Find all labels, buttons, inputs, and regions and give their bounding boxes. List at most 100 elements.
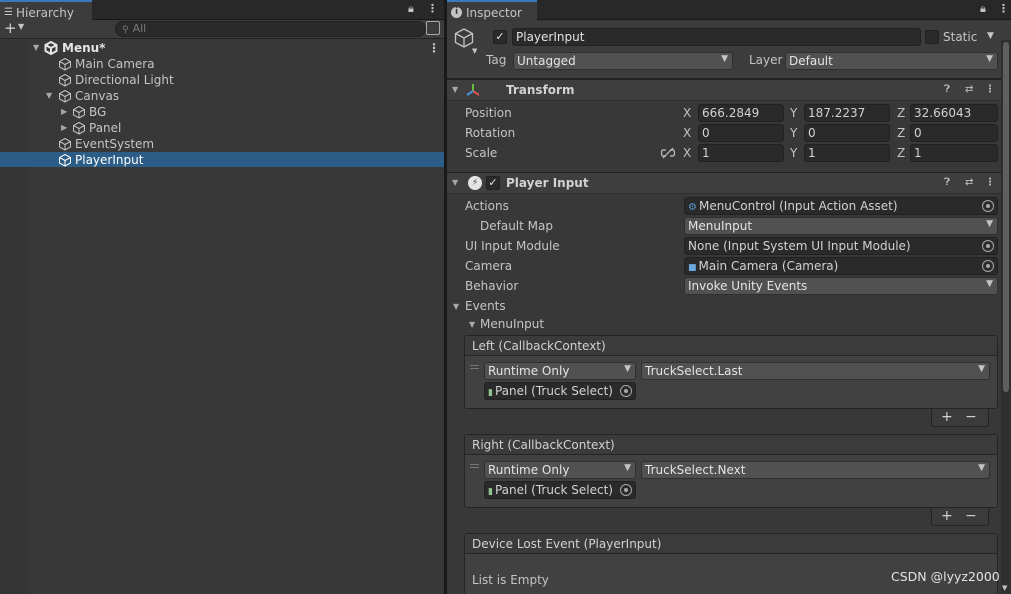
rotation-y-field[interactable]: 0: [804, 124, 890, 142]
expand-arrow-icon[interactable]: ▼: [33, 40, 39, 56]
tree-row-bg[interactable]: ▶ BG: [0, 104, 444, 120]
right-function-dropdown[interactable]: TruckSelect.Next ▼: [641, 461, 990, 479]
collapsed-arrow-icon[interactable]: ▶: [61, 120, 67, 136]
presets-icon[interactable]: ⇄: [965, 177, 976, 188]
left-target-object-field[interactable]: ▮ Panel (Truck Select): [484, 382, 636, 400]
left-runtime-dropdown[interactable]: Runtime Only ▼: [484, 362, 636, 380]
foldout-arrow-icon[interactable]: ▼: [453, 302, 459, 311]
tree-row-playerinput[interactable]: PlayerInput: [0, 152, 444, 167]
rotation-z-field[interactable]: 0: [910, 124, 998, 142]
transform-title: Transform: [506, 83, 575, 97]
lock-icon[interactable]: 🔒︎: [980, 2, 986, 16]
help-icon[interactable]: ❓︎: [944, 177, 955, 188]
tree-row-eventsystem[interactable]: EventSystem: [0, 136, 444, 152]
menuinput-foldout-label[interactable]: MenuInput: [480, 317, 544, 331]
transform-header[interactable]: ▼ Transform ❓︎ ⇄ ⋮: [447, 79, 1011, 101]
tab-hierarchy-label: Hierarchy: [15, 5, 74, 20]
transform-axes-icon: [466, 84, 480, 96]
object-picker-icon[interactable]: [620, 385, 632, 397]
object-picker-icon[interactable]: [982, 200, 994, 212]
scene-more-options-icon[interactable]: ⋮: [428, 40, 440, 56]
target-object-value: Panel (Truck Select): [494, 384, 613, 398]
expand-arrow-icon[interactable]: ▼: [46, 88, 52, 104]
remove-listener-button[interactable]: −: [965, 508, 977, 524]
static-dropdown-icon[interactable]: ▼: [987, 31, 994, 41]
presets-icon[interactable]: ⇄: [965, 84, 976, 95]
drag-handle-icon[interactable]: [470, 464, 479, 468]
more-options-icon[interactable]: ⋮: [427, 2, 438, 15]
tree-row-menu[interactable]: ▼ Menu* ⋮: [0, 40, 444, 56]
list-icon: ☰: [4, 7, 13, 18]
add-button[interactable]: +: [4, 19, 17, 37]
chevron-down-icon: ▼: [624, 463, 631, 473]
events-foldout-label[interactable]: Events: [465, 299, 506, 313]
camera-label: Camera: [465, 259, 513, 273]
object-name-field[interactable]: PlayerInput: [512, 28, 921, 46]
tag-dropdown[interactable]: Untagged ▼: [513, 52, 733, 70]
default-map-value: MenuInput: [688, 219, 753, 233]
tree-row-main-camera[interactable]: Main Camera: [0, 56, 444, 72]
more-options-icon[interactable]: ⋮: [998, 2, 1009, 15]
tab-inspector[interactable]: i Inspector: [447, 0, 537, 20]
scrollbar-thumb[interactable]: [1003, 42, 1009, 392]
x-axis-label: X: [683, 126, 692, 140]
layer-dropdown[interactable]: Default ▼: [785, 52, 998, 70]
hierarchy-tree: ▼ Menu* ⋮ Main Camera Directional Light …: [0, 40, 444, 594]
camera-value: Main Camera (Camera): [698, 259, 839, 273]
collapsed-arrow-icon[interactable]: ▶: [61, 104, 67, 120]
position-y-field[interactable]: 187.2237: [804, 104, 890, 122]
device-lost-title: Device Lost Event (PlayerInput): [465, 534, 997, 554]
position-z-field[interactable]: 32.66043: [910, 104, 998, 122]
unity-scene-icon: [44, 41, 58, 55]
rotation-x-field[interactable]: 0: [698, 124, 784, 142]
tree-row-canvas[interactable]: ▼ Canvas: [0, 88, 444, 104]
object-picker-icon[interactable]: [620, 484, 632, 496]
foldout-arrow-icon[interactable]: ▼: [469, 320, 475, 329]
scroll-down-arrow-icon[interactable]: ▼: [1002, 584, 1007, 592]
component-enabled-checkbox[interactable]: ✓: [486, 176, 500, 190]
lock-icon[interactable]: 🔒︎: [408, 2, 414, 16]
tree-row-panel[interactable]: ▶ Panel: [0, 120, 444, 136]
gameobject-cube-icon[interactable]: [453, 27, 475, 49]
add-dropdown-icon[interactable]: ▼: [18, 22, 24, 31]
constrain-proportions-icon[interactable]: [661, 147, 675, 159]
static-checkbox[interactable]: [925, 30, 939, 44]
object-picker-icon[interactable]: [982, 260, 994, 272]
z-axis-label: Z: [897, 106, 906, 120]
player-input-header[interactable]: ▼ ⚡ ✓ Player Input ❓︎ ⇄ ⋮: [447, 172, 1011, 194]
actions-object-field[interactable]: ⚙ MenuControl (Input Action Asset): [684, 197, 998, 215]
scale-x-field[interactable]: 1: [698, 144, 784, 162]
foldout-arrow-icon[interactable]: ▼: [452, 178, 458, 187]
tree-row-directional-light[interactable]: Directional Light: [0, 72, 444, 88]
help-icon[interactable]: ❓︎: [944, 84, 955, 95]
search-options-icon[interactable]: [426, 21, 440, 35]
gameobject-cube-icon: [59, 57, 71, 71]
y-axis-label: Y: [790, 146, 798, 160]
foldout-arrow-icon[interactable]: ▼: [452, 85, 458, 94]
inspector-scrollbar[interactable]: ▼: [1001, 40, 1011, 594]
behavior-dropdown[interactable]: Invoke Unity Events ▼: [684, 277, 998, 295]
right-target-object-field[interactable]: ▮ Panel (Truck Select): [484, 481, 636, 499]
right-runtime-dropdown[interactable]: Runtime Only ▼: [484, 461, 636, 479]
scale-z-field[interactable]: 1: [910, 144, 998, 162]
ui-input-module-field[interactable]: None (Input System UI Input Module): [684, 237, 998, 255]
y-axis-label: Y: [790, 106, 798, 120]
tab-hierarchy[interactable]: ☰ Hierarchy: [0, 0, 92, 20]
camera-object-field[interactable]: ■ Main Camera (Camera): [684, 257, 998, 275]
hierarchy-panel: ☰ Hierarchy 🔒︎ ⋮ + ▼ ⚲ All ▼ Menu* ⋮ Main …: [0, 0, 444, 594]
active-checkbox[interactable]: ✓: [493, 30, 507, 44]
remove-listener-button[interactable]: −: [965, 409, 977, 425]
icon-dropdown-icon[interactable]: ▼: [472, 47, 477, 55]
scale-y-field[interactable]: 1: [804, 144, 890, 162]
add-listener-button[interactable]: +: [941, 508, 953, 524]
object-picker-icon[interactable]: [982, 240, 994, 252]
position-x-field[interactable]: 666.2849: [698, 104, 784, 122]
player-input-component-icon: ⚡: [468, 176, 482, 190]
left-function-dropdown[interactable]: TruckSelect.Last ▼: [641, 362, 990, 380]
component-menu-icon[interactable]: ⋮: [985, 84, 996, 95]
component-menu-icon[interactable]: ⋮: [985, 177, 996, 188]
drag-handle-icon[interactable]: [470, 365, 479, 369]
hierarchy-search-input[interactable]: ⚲ All: [115, 21, 426, 37]
default-map-dropdown[interactable]: MenuInput ▼: [684, 217, 998, 235]
add-listener-button[interactable]: +: [941, 409, 953, 425]
